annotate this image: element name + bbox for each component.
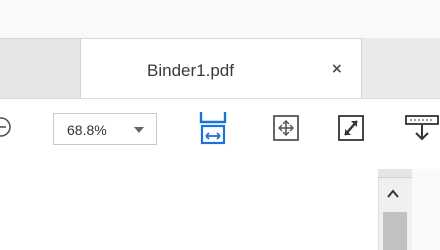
fit-page-icon[interactable] [270,110,302,146]
tab-document[interactable]: Binder1.pdf × [80,38,362,99]
scrollbar-thumb[interactable] [383,212,407,250]
title-bar-band [0,0,440,38]
fit-width-icon[interactable] [197,110,229,146]
toolbar: 68.8% [0,98,440,170]
tab-title: Binder1.pdf [147,61,234,80]
full-screen-icon[interactable] [335,110,367,146]
download-icon[interactable] [402,110,440,146]
zoom-level-dropdown[interactable]: 68.8% [53,113,157,145]
tab-strip-empty [362,38,440,98]
chevron-down-icon [134,127,144,133]
tab-close-icon[interactable]: × [331,59,343,79]
document-view[interactable] [0,169,378,250]
chevron-up-icon[interactable] [384,186,402,202]
home-tab[interactable] [0,38,81,99]
zoom-value: 68.8% [67,122,107,138]
scrollbar-top-cap [378,169,412,178]
tab-strip: Binder1.pdf × [0,0,440,109]
zoom-out-icon[interactable] [0,116,12,138]
right-pane [412,169,440,250]
